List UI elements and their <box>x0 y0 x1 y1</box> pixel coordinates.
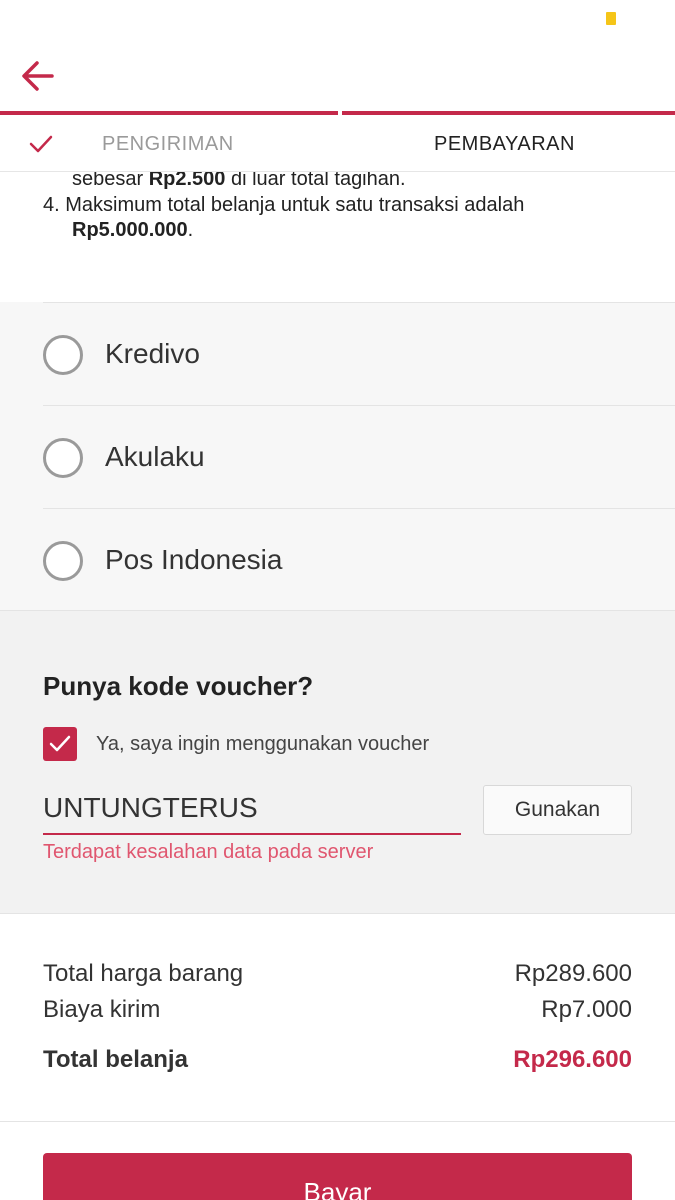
arrow-left-icon <box>22 61 54 91</box>
grand-total-label: Total belanja <box>43 1046 188 1073</box>
divider <box>43 302 675 303</box>
payment-option-label: Kredivo <box>105 338 200 369</box>
grand-total-value: Rp296.600 <box>513 1046 632 1073</box>
voucher-checkbox-label[interactable]: Ya, saya ingin menggunakan voucher <box>96 733 429 756</box>
voucher-section: Punya kode voucher? Ya, saya ingin mengg… <box>0 610 675 914</box>
voucher-title: Punya kode voucher? <box>43 671 314 701</box>
payment-option-pos-indonesia[interactable]: Pos Indonesia <box>0 508 675 611</box>
terms-line-4: 4. Maksimum total belanja untuk satu tra… <box>43 194 525 216</box>
voucher-checkbox[interactable] <box>43 727 77 761</box>
check-icon <box>29 135 53 153</box>
radio-button[interactable] <box>43 541 83 581</box>
pay-button[interactable]: Bayar <box>43 1153 632 1200</box>
items-total-label: Total harga barang <box>43 960 244 987</box>
status-bar <box>0 0 675 40</box>
back-button[interactable] <box>18 56 58 96</box>
voucher-code-input[interactable] <box>43 783 461 835</box>
apply-voucher-button[interactable]: Gunakan <box>483 785 632 835</box>
payment-terms: sebesar Rp2.500 di luar total tagihan. 4… <box>0 172 675 302</box>
voucher-error-message: Terdapat kesalahan data pada server <box>43 841 374 863</box>
payment-option-akulaku[interactable]: Akulaku <box>0 405 675 508</box>
payment-method-list: Kredivo Akulaku Pos Indonesia <box>0 302 675 611</box>
radio-button[interactable] <box>43 438 83 478</box>
payment-option-label: Akulaku <box>105 441 205 472</box>
shipping-cost-label: Biaya kirim <box>43 996 161 1023</box>
progress-step-payment <box>342 111 675 115</box>
pay-button-label: Bayar <box>303 1177 372 1200</box>
items-total-value: Rp289.600 <box>514 960 632 987</box>
order-summary: Total harga barang Rp289.600 Biaya kirim… <box>0 914 675 1122</box>
shipping-cost-value: Rp7.000 <box>541 996 632 1023</box>
terms-line-3: sebesar Rp2.500 di luar total tagihan. <box>72 172 406 190</box>
payment-option-kredivo[interactable]: Kredivo <box>0 302 675 405</box>
tab-shipping[interactable]: PENGIRIMAN <box>102 133 234 156</box>
app-bar <box>0 40 675 112</box>
tab-payment[interactable]: PEMBAYARAN <box>434 133 575 156</box>
divider <box>43 508 675 509</box>
divider <box>43 405 675 406</box>
radio-button[interactable] <box>43 335 83 375</box>
checkout-steps: PENGIRIMAN PEMBAYARAN <box>0 116 675 172</box>
terms-line-4-amount: Rp5.000.000. <box>72 219 194 241</box>
check-icon <box>49 735 71 752</box>
progress-step-shipping <box>0 111 338 115</box>
battery-icon <box>606 12 616 25</box>
payment-option-label: Pos Indonesia <box>105 544 283 575</box>
